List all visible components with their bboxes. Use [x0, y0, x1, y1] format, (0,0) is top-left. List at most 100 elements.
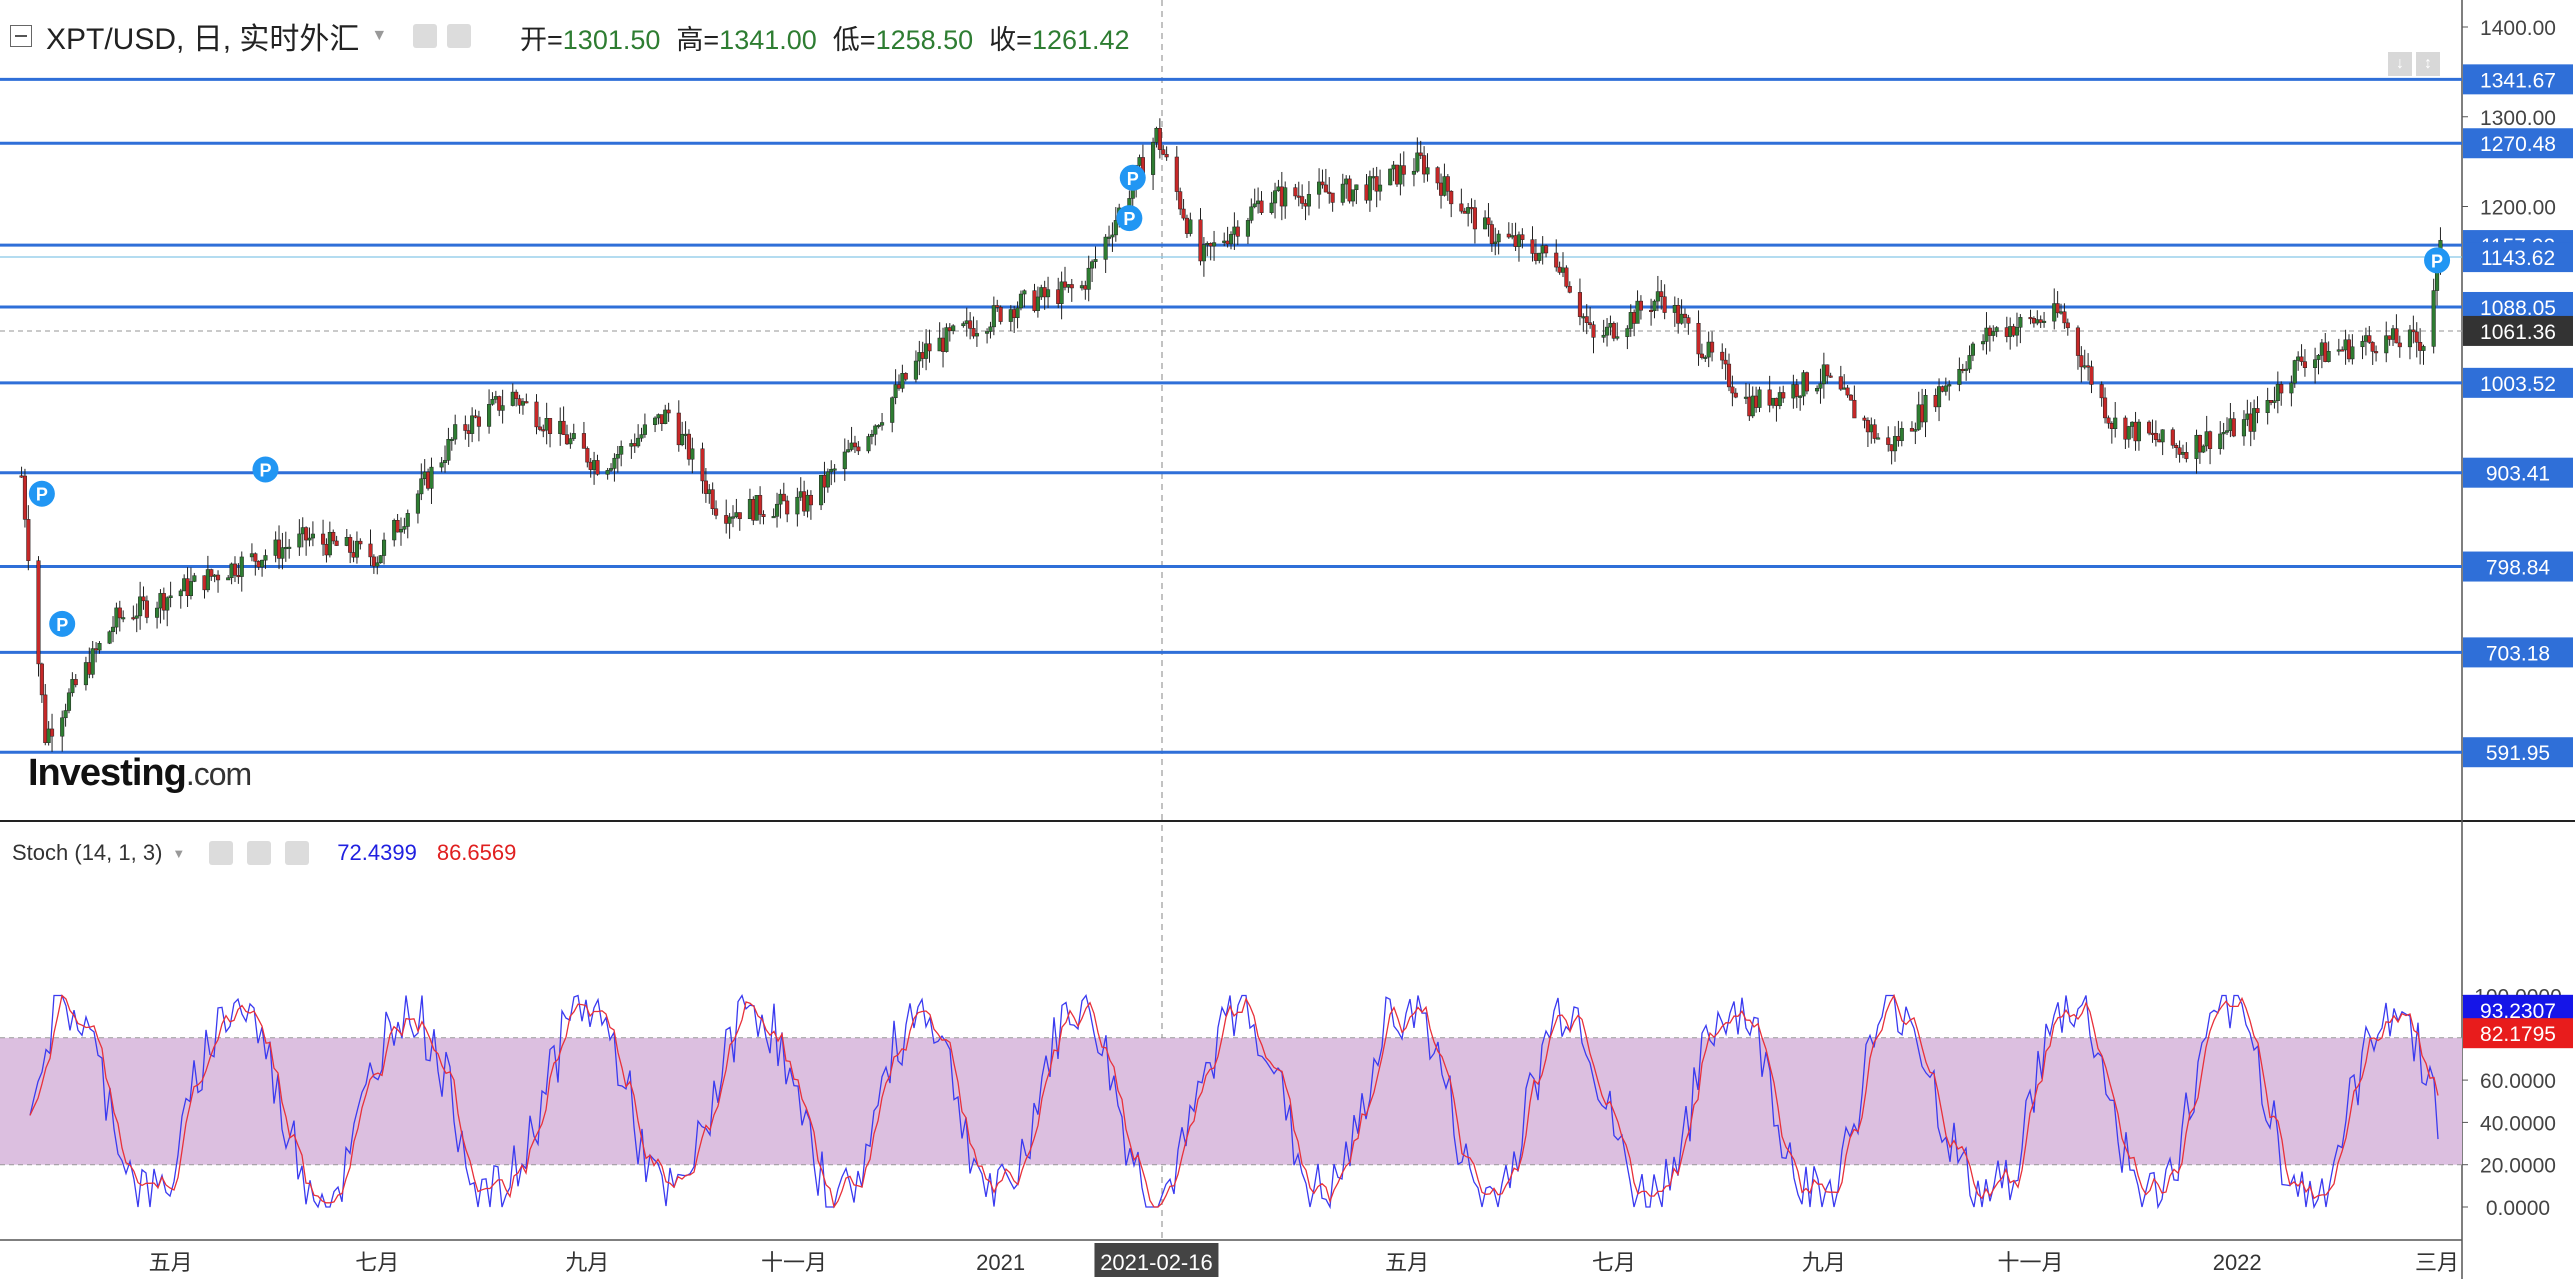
- candle-body: [1581, 316, 1586, 319]
- candle-body: [1208, 243, 1213, 247]
- candle-body: [110, 626, 116, 632]
- candle-body: [2360, 341, 2365, 348]
- close-icon[interactable]: [285, 841, 310, 865]
- time-tick-label: 2022: [2213, 1250, 2262, 1275]
- candle-body: [1388, 168, 1393, 186]
- stoch-band: [0, 1037, 2462, 1166]
- candle-body: [1913, 429, 1918, 432]
- candle-body: [968, 320, 973, 329]
- candle-body: [1981, 341, 1986, 345]
- candle-body: [588, 461, 593, 470]
- candle-body: [2272, 400, 2277, 403]
- candle-body: [1567, 286, 1572, 293]
- candle-body: [1483, 217, 1488, 230]
- candle-body: [2008, 326, 2013, 337]
- candle-body: [2228, 418, 2233, 431]
- candle-body: [798, 491, 803, 498]
- candle-body: [1703, 356, 1708, 359]
- candle-body: [951, 325, 956, 332]
- candle-body: [1682, 313, 1688, 318]
- candle-body: [1371, 176, 1376, 179]
- candle-body: [368, 543, 373, 558]
- candle-body: [2126, 426, 2131, 440]
- candle-body: [1350, 189, 1356, 202]
- candle-body: [1205, 243, 1210, 246]
- candle-body: [1391, 164, 1396, 170]
- candle-body: [686, 433, 692, 460]
- candle-body: [785, 500, 790, 515]
- candle-body: [2014, 327, 2020, 336]
- candle-body: [1293, 187, 1298, 197]
- candle-body: [1994, 327, 1999, 332]
- candle-body: [2133, 421, 2138, 442]
- candle-body: [1872, 424, 1877, 439]
- candle-body: [514, 391, 519, 399]
- candle-body: [1269, 202, 1274, 213]
- price-chart[interactable]: PPPPPP 1400.001300.001200.00100.000060.0…: [0, 0, 2575, 1279]
- candle-body: [541, 429, 546, 432]
- candle-body: [896, 384, 902, 389]
- candle-body: [1110, 234, 1115, 238]
- candle-body: [415, 493, 420, 514]
- candle-body: [2252, 408, 2257, 432]
- chevron-down-icon[interactable]: ▼: [172, 846, 185, 861]
- candle-body: [138, 596, 143, 617]
- candle-body: [1774, 397, 1779, 407]
- arrow-down-icon[interactable]: ↓: [2388, 52, 2412, 76]
- candle-body: [351, 552, 356, 558]
- stoch-title[interactable]: Stoch (14, 1, 3): [12, 840, 162, 866]
- horizontal-levels[interactable]: [0, 77, 2462, 754]
- candle-body: [927, 343, 932, 352]
- candle-body: [1516, 234, 1522, 247]
- candle-body: [534, 401, 539, 428]
- candle-body: [2018, 317, 2023, 328]
- candle-body: [605, 470, 610, 475]
- candle-body: [2407, 329, 2413, 348]
- candle-body: [700, 448, 705, 482]
- candle-body: [43, 694, 48, 743]
- candle-body: [392, 520, 397, 541]
- symbol-title[interactable]: XPT/USD, 日, 实时外汇: [46, 14, 359, 58]
- candle-body: [1686, 317, 1691, 324]
- candle-body: [398, 528, 404, 533]
- candle-body: [714, 508, 719, 516]
- p-marker-label: P: [1127, 169, 1139, 189]
- candle-body: [402, 526, 407, 530]
- candle-body: [1330, 192, 1335, 203]
- candle-body: [1364, 184, 1369, 201]
- candle-body: [144, 600, 149, 618]
- chevron-down-icon[interactable]: ▼: [371, 27, 387, 45]
- candle-body: [300, 527, 305, 535]
- eye-icon[interactable]: [413, 24, 438, 48]
- time-tick-label: 五月: [1385, 1250, 1429, 1275]
- scroll-buttons: ↓ ↕: [2388, 52, 2440, 76]
- candle-body: [493, 396, 498, 400]
- candle-body: [1212, 242, 1217, 247]
- candle-body: [1256, 200, 1261, 205]
- candle-body: [656, 414, 661, 419]
- gear-icon[interactable]: [447, 24, 472, 48]
- candle-body: [1520, 234, 1525, 240]
- time-tick-label: 九月: [1802, 1250, 1846, 1275]
- time-tick-label: 五月: [149, 1250, 193, 1275]
- candle-body: [256, 561, 261, 568]
- candle-body: [1848, 394, 1854, 401]
- eye-icon[interactable]: [209, 841, 234, 865]
- candle-body: [761, 514, 766, 517]
- candle-body: [453, 424, 458, 440]
- candle-body: [1178, 191, 1183, 210]
- candle-body: [985, 331, 990, 334]
- candle-body: [419, 478, 424, 495]
- candle-body: [249, 553, 254, 558]
- time-tick-label: 2021-02-16: [1100, 1250, 1213, 1275]
- stoch-tick-label: 20.0000: [2480, 1155, 2556, 1178]
- collapse-icon[interactable]: [10, 25, 32, 47]
- level-tag-text: 903.41: [2486, 463, 2550, 486]
- level-tag-text: 703.18: [2486, 642, 2550, 665]
- arrow-up-icon[interactable]: ↕: [2416, 52, 2440, 76]
- gear-icon[interactable]: [247, 841, 272, 865]
- candle-body: [629, 443, 634, 447]
- time-tick-label: 十一月: [1998, 1250, 2064, 1275]
- candle-body: [1638, 300, 1643, 311]
- candle-body: [1947, 384, 1952, 387]
